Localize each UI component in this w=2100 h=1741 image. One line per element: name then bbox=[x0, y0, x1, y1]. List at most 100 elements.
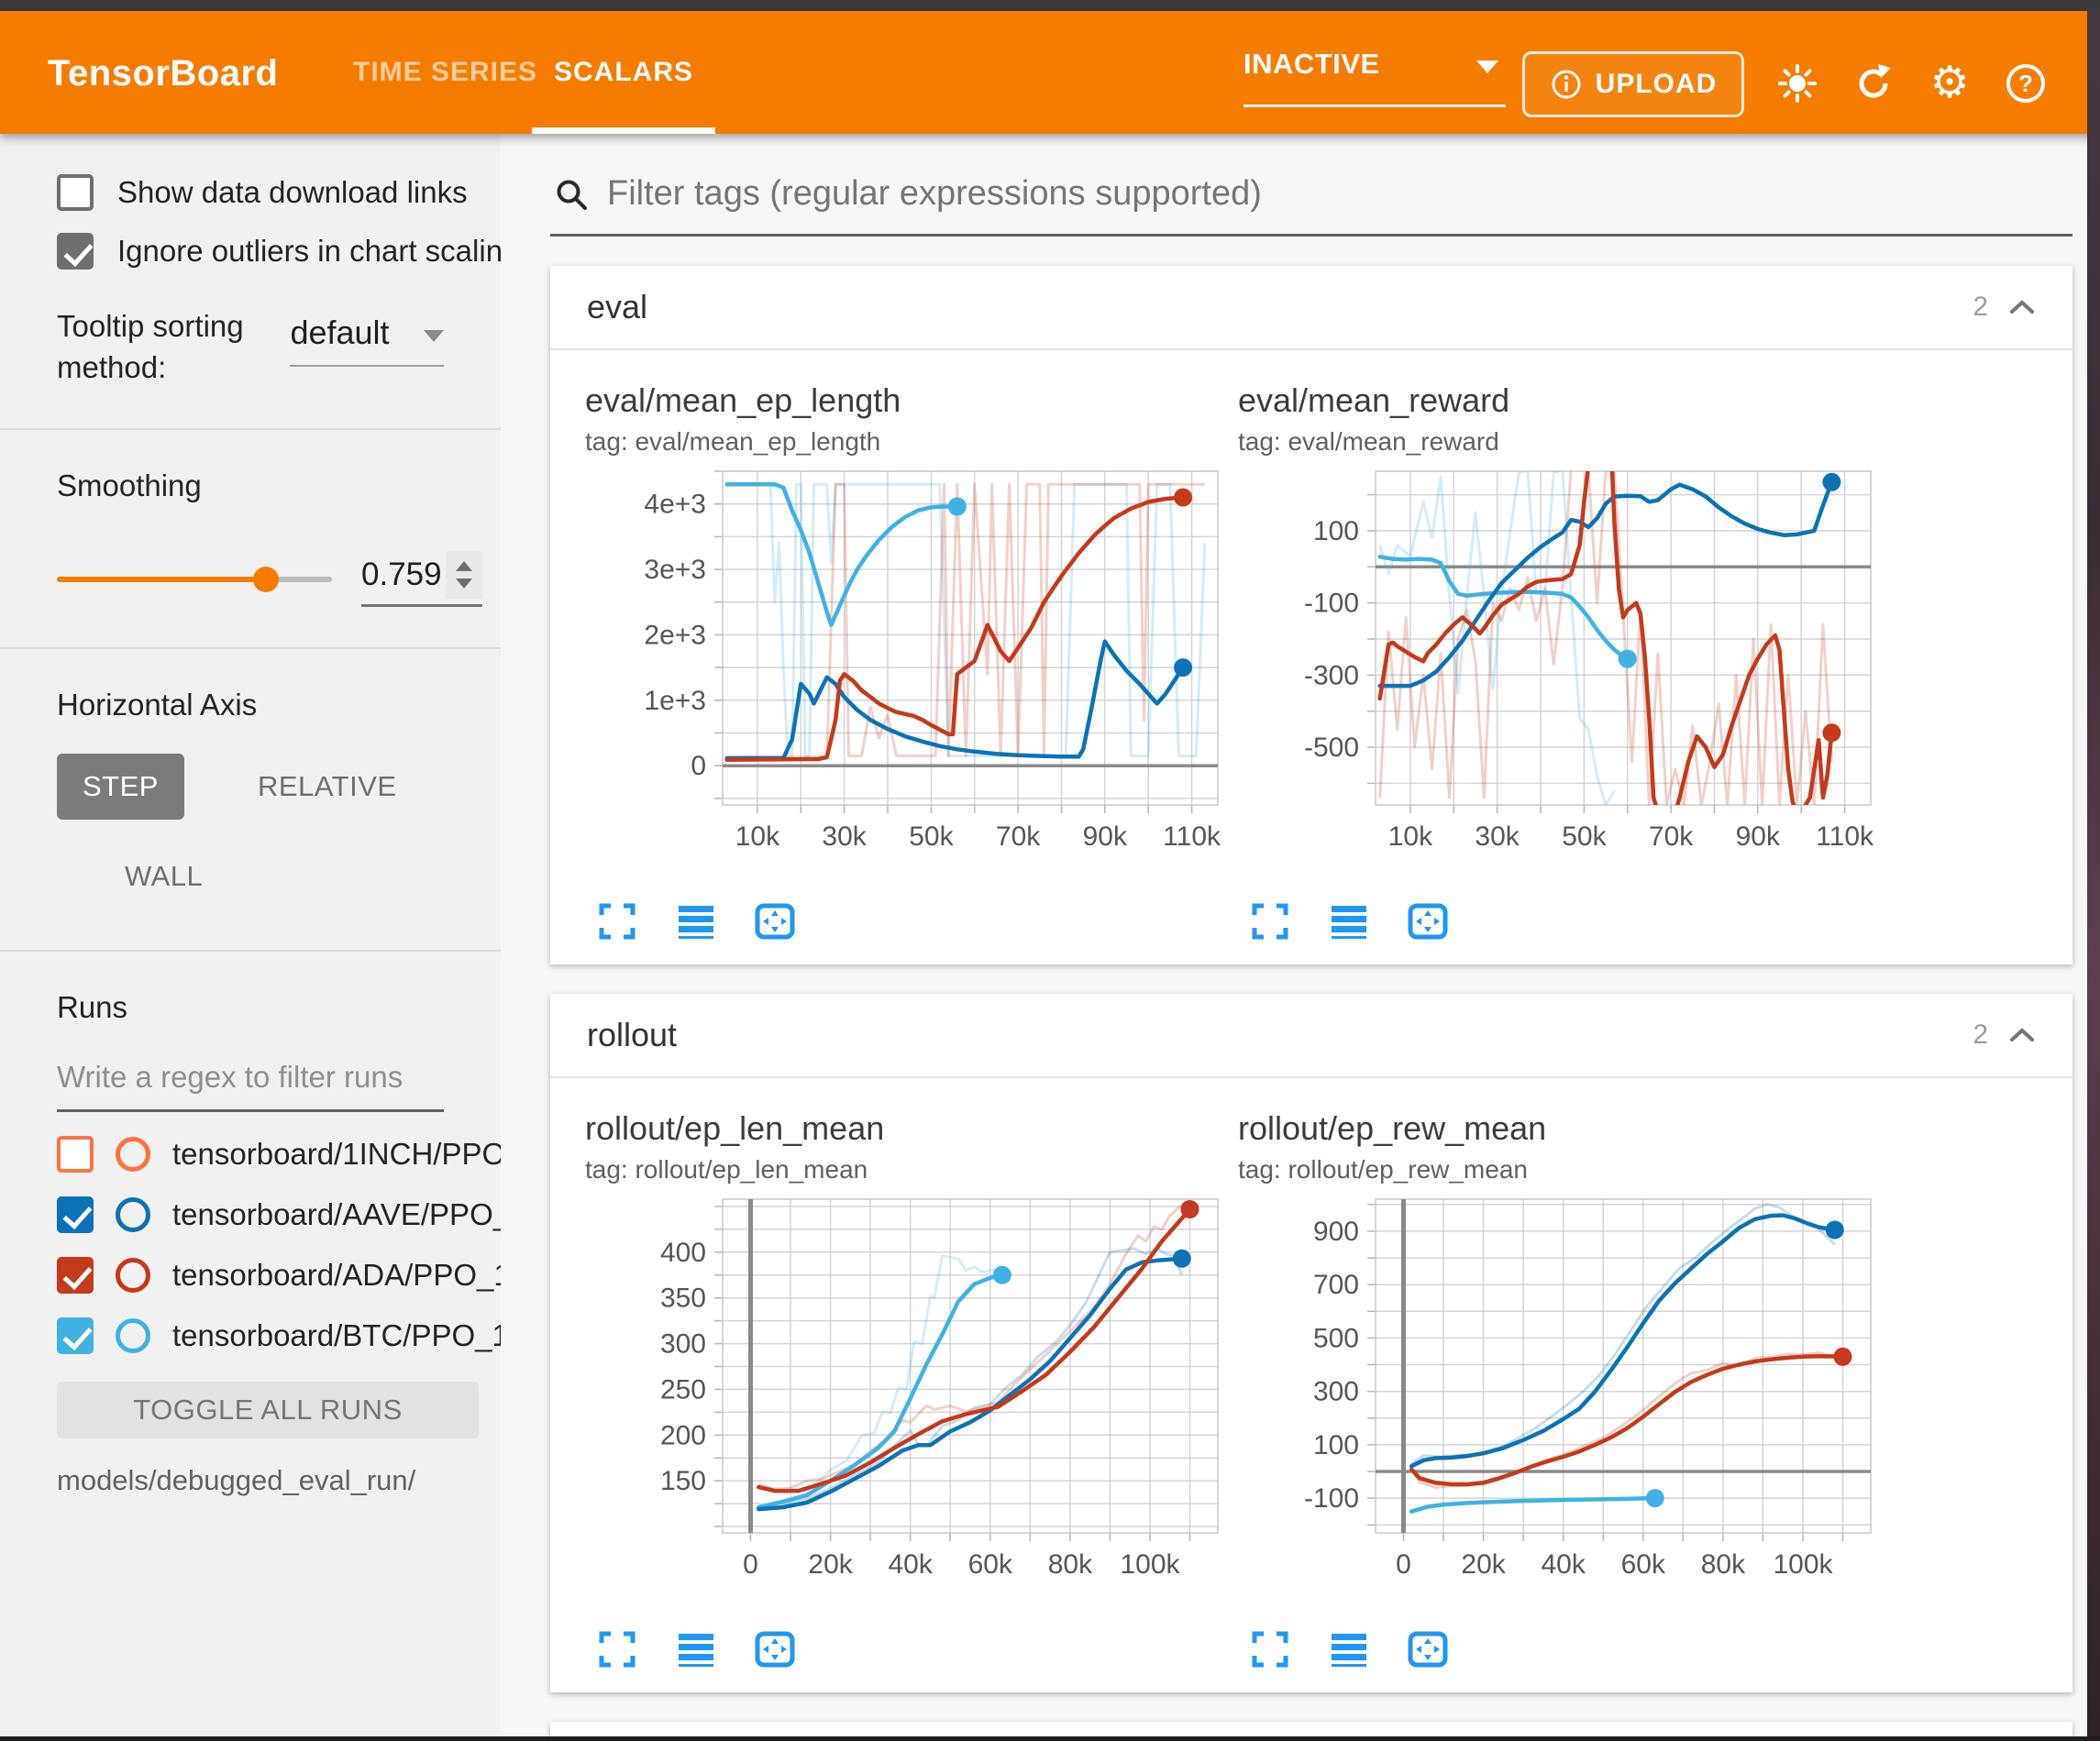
run-row-1inch[interactable]: tensorboard/1INCH/PPO_1 bbox=[57, 1136, 444, 1173]
runs-directory-label: models/debugged_eval_run/ bbox=[57, 1464, 444, 1497]
svg-text:2e+3: 2e+3 bbox=[644, 620, 706, 650]
run-checkbox[interactable] bbox=[57, 1257, 94, 1294]
svg-text:-100: -100 bbox=[1304, 1483, 1359, 1514]
smoothing-stepper[interactable] bbox=[446, 551, 482, 599]
svg-text:500: 500 bbox=[1313, 1323, 1359, 1353]
axis-step-button[interactable]: STEP bbox=[57, 754, 184, 820]
run-color-ring bbox=[116, 1318, 150, 1353]
runs-regex-input[interactable] bbox=[57, 1052, 444, 1112]
help-icon[interactable]: ? bbox=[2005, 62, 2047, 105]
runs-data-icon[interactable] bbox=[675, 900, 717, 942]
expand-chart-icon[interactable] bbox=[1249, 1628, 1291, 1670]
filter-tags-input[interactable] bbox=[607, 174, 2069, 214]
show-download-links-checkbox[interactable]: Show data download links bbox=[57, 174, 444, 211]
chart-eval-mean-reward: eval/mean_reward tag: eval/mean_reward 1… bbox=[1238, 381, 1891, 955]
expand-chart-icon[interactable] bbox=[1249, 900, 1291, 942]
refresh-icon[interactable] bbox=[1852, 62, 1895, 105]
divider bbox=[0, 647, 501, 649]
chart-rollout-ep-len-mean: rollout/ep_len_mean tag: rollout/ep_len_… bbox=[585, 1109, 1238, 1683]
svg-text:100: 100 bbox=[1313, 516, 1359, 546]
search-icon bbox=[554, 177, 589, 212]
section-count-badge: 2 bbox=[1973, 1019, 1988, 1051]
svg-text:10k: 10k bbox=[735, 821, 780, 852]
run-checkbox[interactable] bbox=[57, 1196, 94, 1233]
info-icon bbox=[1550, 68, 1583, 101]
section-header-rollout[interactable]: rollout 2 bbox=[550, 994, 2072, 1078]
svg-text:60k: 60k bbox=[968, 1549, 1013, 1580]
slider-knob[interactable] bbox=[253, 567, 279, 592]
fit-domain-icon[interactable] bbox=[754, 1628, 796, 1670]
axis-wall-button[interactable]: WALL bbox=[99, 843, 228, 909]
tab-scalars[interactable]: SCALARS bbox=[554, 11, 693, 134]
run-row-btc[interactable]: tensorboard/BTC/PPO_1 bbox=[57, 1317, 444, 1354]
svg-text:80k: 80k bbox=[1701, 1549, 1746, 1580]
svg-text:100k: 100k bbox=[1120, 1549, 1180, 1580]
tab-time-series[interactable]: TIME SERIES bbox=[353, 11, 537, 134]
svg-text:3e+3: 3e+3 bbox=[644, 555, 706, 585]
svg-text:40k: 40k bbox=[889, 1549, 934, 1580]
svg-text:-500: -500 bbox=[1304, 733, 1359, 763]
checkbox-icon[interactable] bbox=[57, 174, 94, 211]
svg-text:110k: 110k bbox=[1163, 821, 1221, 852]
line-chart[interactable]: 10k30k50k70k90k110k01e+32e+33e+34e+3 bbox=[585, 460, 1227, 900]
run-row-ada[interactable]: tensorboard/ADA/PPO_1 bbox=[57, 1257, 444, 1294]
chevron-down-icon bbox=[424, 330, 444, 342]
window-scrollbar-edge[interactable] bbox=[2087, 11, 2100, 1741]
svg-text:-100: -100 bbox=[1304, 589, 1359, 619]
stepper-up-icon[interactable] bbox=[456, 561, 472, 571]
line-chart[interactable]: 10k30k50k70k90k110k100-100-300-500 bbox=[1238, 460, 1880, 900]
browser-bottom-edge bbox=[0, 1736, 2100, 1741]
browser-top-edge bbox=[0, 0, 2100, 11]
line-chart[interactable]: 020k40k60k80k100k-100100300500700900 bbox=[1238, 1188, 1880, 1628]
chart-eval-mean-ep-length: eval/mean_ep_length tag: eval/mean_ep_le… bbox=[585, 381, 1238, 955]
run-checkbox[interactable] bbox=[57, 1136, 94, 1173]
svg-text:0: 0 bbox=[1396, 1549, 1411, 1580]
app-header: TensorBoard TIME SERIES SCALARS INACTIVE… bbox=[0, 11, 2100, 134]
section-count-badge: 2 bbox=[1973, 292, 1988, 323]
main-panel: eval 2 eval/mean_ep_length tag: eval/mea… bbox=[501, 134, 2100, 1741]
runs-data-icon[interactable] bbox=[675, 1628, 717, 1670]
settings-gear-icon[interactable]: ⚙ bbox=[1929, 62, 1971, 105]
svg-text:100k: 100k bbox=[1773, 1549, 1833, 1580]
tooltip-sorting-select[interactable]: default bbox=[290, 314, 444, 367]
run-checkbox[interactable] bbox=[57, 1317, 94, 1354]
fit-domain-icon[interactable] bbox=[1407, 900, 1449, 942]
brightness-icon[interactable] bbox=[1776, 62, 1818, 105]
svg-text:60k: 60k bbox=[1621, 1549, 1666, 1580]
smoothing-value-input[interactable] bbox=[361, 556, 446, 593]
smoothing-slider[interactable] bbox=[57, 561, 332, 598]
checkbox-checked-icon[interactable] bbox=[57, 233, 94, 270]
svg-text:0: 0 bbox=[691, 751, 706, 781]
expand-chart-icon[interactable] bbox=[596, 900, 638, 942]
axis-relative-button[interactable]: RELATIVE bbox=[232, 754, 423, 820]
svg-text:250: 250 bbox=[660, 1374, 706, 1405]
fit-domain-icon[interactable] bbox=[1407, 1628, 1449, 1670]
svg-text:70k: 70k bbox=[1649, 821, 1694, 852]
ignore-outliers-checkbox[interactable]: Ignore outliers in chart scaling bbox=[57, 233, 444, 270]
svg-text:0: 0 bbox=[743, 1549, 758, 1580]
stepper-down-icon[interactable] bbox=[456, 578, 472, 589]
chart-rollout-ep-rew-mean: rollout/ep_rew_mean tag: rollout/ep_rew_… bbox=[1238, 1109, 1891, 1683]
svg-text:50k: 50k bbox=[909, 821, 954, 852]
status-dropdown[interactable]: INACTIVE bbox=[1243, 48, 1506, 107]
chevron-up-icon[interactable] bbox=[2008, 298, 2036, 316]
upload-button[interactable]: UPLOAD bbox=[1522, 51, 1744, 117]
runs-data-icon[interactable] bbox=[1328, 1628, 1370, 1670]
runs-label: Runs bbox=[57, 990, 444, 1025]
run-row-aave[interactable]: tensorboard/AAVE/PPO_1 bbox=[57, 1196, 444, 1233]
section-card-rollout: rollout 2 rollout/ep_len_mean tag: rollo… bbox=[550, 994, 2072, 1692]
runs-data-icon[interactable] bbox=[1328, 900, 1370, 942]
svg-text:900: 900 bbox=[1313, 1217, 1359, 1247]
chevron-up-icon[interactable] bbox=[2008, 1026, 2036, 1044]
expand-chart-icon[interactable] bbox=[596, 1628, 638, 1670]
svg-text:300: 300 bbox=[660, 1329, 706, 1360]
svg-text:40k: 40k bbox=[1542, 1549, 1586, 1580]
section-header-eval[interactable]: eval 2 bbox=[550, 266, 2072, 350]
filter-tags-row bbox=[550, 161, 2072, 237]
line-chart[interactable]: 020k40k60k80k100k150200250300350400 bbox=[585, 1188, 1227, 1628]
run-color-ring bbox=[116, 1258, 150, 1293]
svg-text:20k: 20k bbox=[1461, 1549, 1506, 1580]
svg-text:90k: 90k bbox=[1736, 821, 1781, 852]
toggle-all-runs-button[interactable]: TOGGLE ALL RUNS bbox=[57, 1382, 479, 1438]
fit-domain-icon[interactable] bbox=[754, 900, 796, 942]
